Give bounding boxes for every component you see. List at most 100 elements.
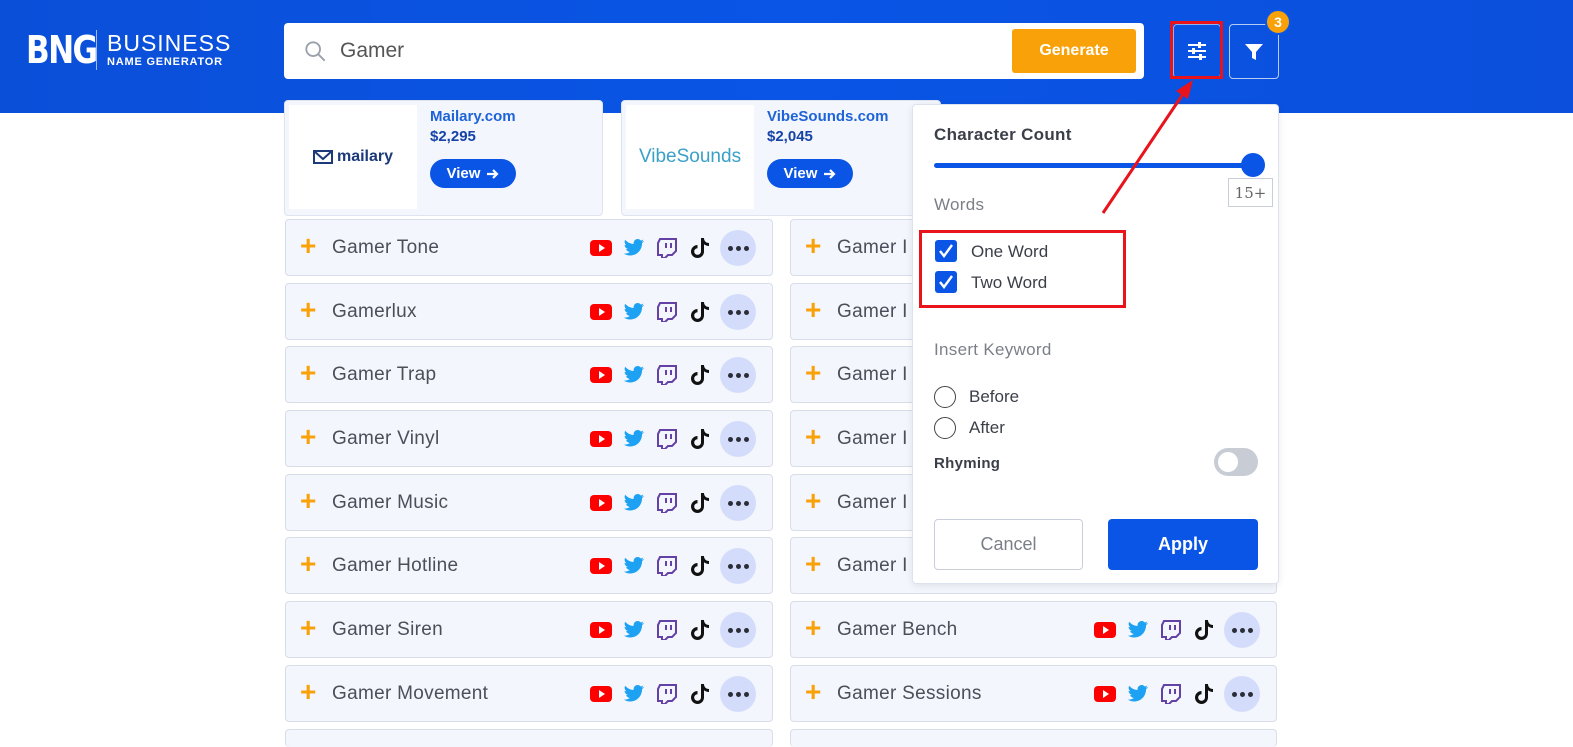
name-result-row[interactable]: + Gamer Trap bbox=[285, 346, 773, 403]
tiktok-icon[interactable] bbox=[1187, 611, 1220, 649]
add-favorite-icon[interactable]: + bbox=[300, 296, 316, 324]
youtube-icon[interactable] bbox=[1088, 675, 1121, 713]
twitter-icon[interactable] bbox=[617, 675, 650, 713]
business-name[interactable]: Gamer I bbox=[837, 237, 908, 259]
twitter-icon[interactable] bbox=[1121, 675, 1154, 713]
character-count-slider-thumb[interactable] bbox=[1241, 153, 1265, 177]
more-icon[interactable] bbox=[720, 548, 756, 584]
youtube-icon[interactable] bbox=[584, 675, 617, 713]
tiktok-icon[interactable] bbox=[683, 547, 716, 585]
after-radio[interactable] bbox=[934, 417, 956, 439]
business-name[interactable]: Gamer I bbox=[837, 301, 908, 323]
twitter-icon[interactable] bbox=[617, 356, 650, 394]
twitch-icon[interactable] bbox=[650, 420, 683, 458]
name-result-row[interactable]: + Gamer Vinyl bbox=[285, 410, 773, 467]
name-result-row[interactable]: + Gamer Tone bbox=[285, 219, 773, 276]
add-favorite-icon[interactable]: + bbox=[300, 614, 316, 642]
youtube-icon[interactable] bbox=[584, 420, 617, 458]
business-name[interactable]: Gamer Movement bbox=[332, 683, 488, 705]
add-favorite-icon[interactable]: + bbox=[300, 232, 316, 260]
name-result-row[interactable]: + Gamer Bench bbox=[790, 601, 1277, 658]
business-name[interactable]: Gamerlux bbox=[332, 301, 417, 323]
premium-domain-name[interactable]: Mailary.com bbox=[430, 108, 516, 125]
twitch-icon[interactable] bbox=[650, 611, 683, 649]
logo[interactable]: BNG BUSINESS NAME GENERATOR bbox=[26, 30, 231, 70]
twitch-icon[interactable] bbox=[1154, 611, 1187, 649]
business-name[interactable]: Gamer I bbox=[837, 492, 908, 514]
more-icon[interactable] bbox=[720, 357, 756, 393]
twitter-icon[interactable] bbox=[617, 293, 650, 331]
name-result-row[interactable] bbox=[285, 729, 773, 747]
add-favorite-icon[interactable]: + bbox=[805, 614, 821, 642]
twitch-icon[interactable] bbox=[650, 675, 683, 713]
tiktok-icon[interactable] bbox=[683, 484, 716, 522]
name-result-row[interactable]: + Gamerlux bbox=[285, 283, 773, 340]
more-icon[interactable] bbox=[720, 676, 756, 712]
twitter-icon[interactable] bbox=[617, 484, 650, 522]
name-result-row[interactable]: + Gamer Movement bbox=[285, 665, 773, 722]
name-result-row[interactable] bbox=[790, 729, 1277, 747]
add-favorite-icon[interactable]: + bbox=[300, 678, 316, 706]
twitch-icon[interactable] bbox=[650, 484, 683, 522]
apply-button[interactable]: Apply bbox=[1108, 519, 1258, 570]
business-name[interactable]: Gamer Music bbox=[332, 492, 448, 514]
more-icon[interactable] bbox=[720, 421, 756, 457]
tiktok-icon[interactable] bbox=[683, 420, 716, 458]
name-result-row[interactable]: + Gamer Sessions bbox=[790, 665, 1277, 722]
more-icon[interactable] bbox=[1224, 676, 1260, 712]
youtube-icon[interactable] bbox=[584, 484, 617, 522]
add-favorite-icon[interactable]: + bbox=[300, 359, 316, 387]
twitch-icon[interactable] bbox=[650, 356, 683, 394]
add-favorite-icon[interactable]: + bbox=[805, 423, 821, 451]
more-icon[interactable] bbox=[720, 612, 756, 648]
premium-domain-name[interactable]: VibeSounds.com bbox=[767, 108, 888, 125]
business-name[interactable]: Gamer Bench bbox=[837, 619, 958, 641]
tiktok-icon[interactable] bbox=[683, 675, 716, 713]
rhyming-toggle[interactable] bbox=[1214, 448, 1258, 476]
add-favorite-icon[interactable]: + bbox=[805, 359, 821, 387]
business-name[interactable]: Gamer I bbox=[837, 364, 908, 386]
business-name[interactable]: Gamer Siren bbox=[332, 619, 443, 641]
add-favorite-icon[interactable]: + bbox=[805, 232, 821, 260]
more-icon[interactable] bbox=[720, 230, 756, 266]
tiktok-icon[interactable] bbox=[683, 229, 716, 267]
twitch-icon[interactable] bbox=[1154, 675, 1187, 713]
youtube-icon[interactable] bbox=[584, 356, 617, 394]
youtube-icon[interactable] bbox=[584, 293, 617, 331]
youtube-icon[interactable] bbox=[584, 229, 617, 267]
twitter-icon[interactable] bbox=[1121, 611, 1154, 649]
youtube-icon[interactable] bbox=[1088, 611, 1121, 649]
twitter-icon[interactable] bbox=[617, 611, 650, 649]
business-name[interactable]: Gamer I bbox=[837, 428, 908, 450]
business-name[interactable]: Gamer Sessions bbox=[837, 683, 982, 705]
tiktok-icon[interactable] bbox=[1187, 675, 1220, 713]
view-button[interactable]: View bbox=[767, 159, 853, 188]
business-name[interactable]: Gamer Vinyl bbox=[332, 428, 440, 450]
name-result-row[interactable]: + Gamer Hotline bbox=[285, 537, 773, 594]
more-icon[interactable] bbox=[720, 485, 756, 521]
twitter-icon[interactable] bbox=[617, 547, 650, 585]
business-name[interactable]: Gamer Hotline bbox=[332, 555, 458, 577]
tiktok-icon[interactable] bbox=[683, 356, 716, 394]
name-result-row[interactable]: + Gamer Siren bbox=[285, 601, 773, 658]
add-favorite-icon[interactable]: + bbox=[805, 550, 821, 578]
more-icon[interactable] bbox=[1224, 612, 1260, 648]
character-count-slider-track[interactable] bbox=[934, 163, 1259, 168]
search-input[interactable] bbox=[340, 31, 1000, 71]
business-name[interactable]: Gamer Trap bbox=[332, 364, 436, 386]
name-result-row[interactable]: + Gamer Music bbox=[285, 474, 773, 531]
tiktok-icon[interactable] bbox=[683, 611, 716, 649]
before-radio[interactable] bbox=[934, 386, 956, 408]
business-name[interactable]: Gamer Tone bbox=[332, 237, 439, 259]
add-favorite-icon[interactable]: + bbox=[805, 678, 821, 706]
add-favorite-icon[interactable]: + bbox=[300, 487, 316, 515]
add-favorite-icon[interactable]: + bbox=[300, 423, 316, 451]
add-favorite-icon[interactable]: + bbox=[805, 296, 821, 324]
twitter-icon[interactable] bbox=[617, 420, 650, 458]
business-name[interactable]: Gamer I bbox=[837, 555, 908, 577]
youtube-icon[interactable] bbox=[584, 547, 617, 585]
twitch-icon[interactable] bbox=[650, 547, 683, 585]
more-icon[interactable] bbox=[720, 294, 756, 330]
cancel-button[interactable]: Cancel bbox=[934, 519, 1083, 570]
view-button[interactable]: View bbox=[430, 159, 516, 188]
